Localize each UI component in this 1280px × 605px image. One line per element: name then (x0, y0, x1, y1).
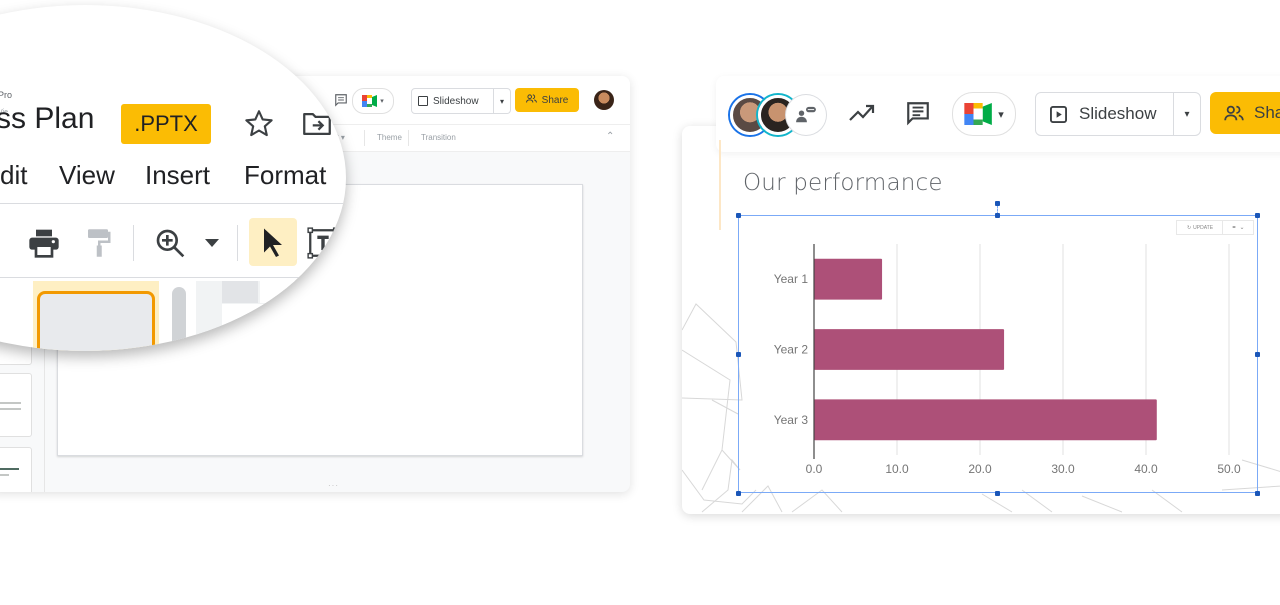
share-label: Share (541, 94, 569, 106)
transition-tab[interactable]: Transition (421, 133, 456, 142)
y-category-label: Year 2 (774, 343, 809, 357)
filmstrip-scrollbar[interactable] (172, 287, 186, 351)
paint-format-icon[interactable] (80, 223, 116, 263)
bar-year-1 (814, 258, 883, 300)
star-icon[interactable] (242, 107, 276, 141)
menu-edit[interactable]: dit (0, 160, 27, 191)
x-tick-label: 0.0 (806, 462, 823, 476)
people-icon (1224, 105, 1244, 121)
magnifier-lens: Pro Vie ss Plan .PPTX dit View Insert Fo… (0, 5, 346, 351)
share-button[interactable]: Share (515, 88, 579, 112)
slideshow-icon (418, 96, 428, 106)
x-tick-label: 10.0 (885, 462, 909, 476)
meet-dropdown-icon: ▾ (998, 108, 1004, 121)
file-type-badge: .PPTX (121, 104, 211, 144)
partial-label: Pro (0, 90, 13, 100)
collapse-chevron-icon[interactable]: ⌃ (606, 131, 614, 142)
comment-icon[interactable] (904, 99, 932, 127)
slideshow-dropdown[interactable]: ▾ (1173, 93, 1200, 135)
slideshow-button[interactable]: Slideshow ▾ (1035, 92, 1201, 136)
slideshow-button[interactable]: Slideshow ▾ (411, 88, 511, 114)
meet-icon (362, 95, 378, 107)
print-icon[interactable] (26, 223, 62, 263)
slide-accent-line (719, 140, 721, 230)
share-button[interactable]: Sha (1210, 92, 1280, 134)
slideshow-label: Slideshow (433, 95, 479, 107)
menu-format[interactable]: Format (244, 160, 326, 191)
activity-trend-icon[interactable] (848, 99, 876, 127)
select-cursor-icon (264, 228, 282, 257)
share-label: Sha (1254, 103, 1280, 122)
meet-button[interactable]: ▾ (352, 88, 394, 114)
slideshow-dropdown[interactable]: ▾ (493, 89, 510, 113)
selected-slide-thumbnail[interactable] (33, 281, 159, 351)
menu-view[interactable]: View (59, 160, 115, 191)
bar-year-3 (814, 399, 1157, 441)
document-title[interactable]: ss Plan (0, 102, 94, 136)
x-tick-label: 30.0 (1051, 462, 1075, 476)
user-avatar[interactable] (594, 90, 614, 110)
slide-thumbnail[interactable] (0, 373, 32, 437)
bar-chart[interactable]: 0.0 10.0 20.0 30.0 40.0 50.0 Year 1 Year 2 Year … (738, 215, 1258, 493)
x-tick-label: 20.0 (968, 462, 992, 476)
zoom-icon[interactable] (152, 223, 188, 263)
meet-dropdown-icon: ▾ (380, 98, 384, 105)
bar-year-2 (814, 329, 1005, 370)
y-category-label: Year 3 (774, 413, 809, 427)
menu-insert[interactable]: Insert (145, 160, 210, 191)
collaborator-avatars (730, 95, 830, 135)
people-icon (525, 94, 537, 106)
slide-thumbnail[interactable] (0, 447, 32, 492)
present-to-user-icon (796, 106, 816, 123)
meet-button[interactable]: ▾ (952, 92, 1016, 136)
x-tick-label: 50.0 (1217, 462, 1241, 476)
meet-icon (964, 103, 993, 125)
slideshow-label: Slideshow (1079, 104, 1157, 123)
theme-tab[interactable]: Theme (377, 133, 402, 142)
x-tick-label: 40.0 (1134, 462, 1158, 476)
rotation-handle[interactable] (995, 201, 1000, 206)
zoom-dropdown-icon[interactable] (194, 223, 230, 263)
move-to-folder-icon[interactable] (300, 107, 334, 141)
text-box-icon[interactable] (305, 223, 341, 263)
select-tool-button[interactable] (249, 218, 297, 266)
slideshow-icon (1050, 105, 1067, 123)
slide-title[interactable]: Our performance (743, 170, 943, 196)
present-to-user-button[interactable] (786, 95, 826, 135)
y-category-label: Year 1 (774, 272, 809, 286)
resize-grip[interactable]: ··· (328, 481, 339, 490)
ruler-area (196, 281, 346, 351)
